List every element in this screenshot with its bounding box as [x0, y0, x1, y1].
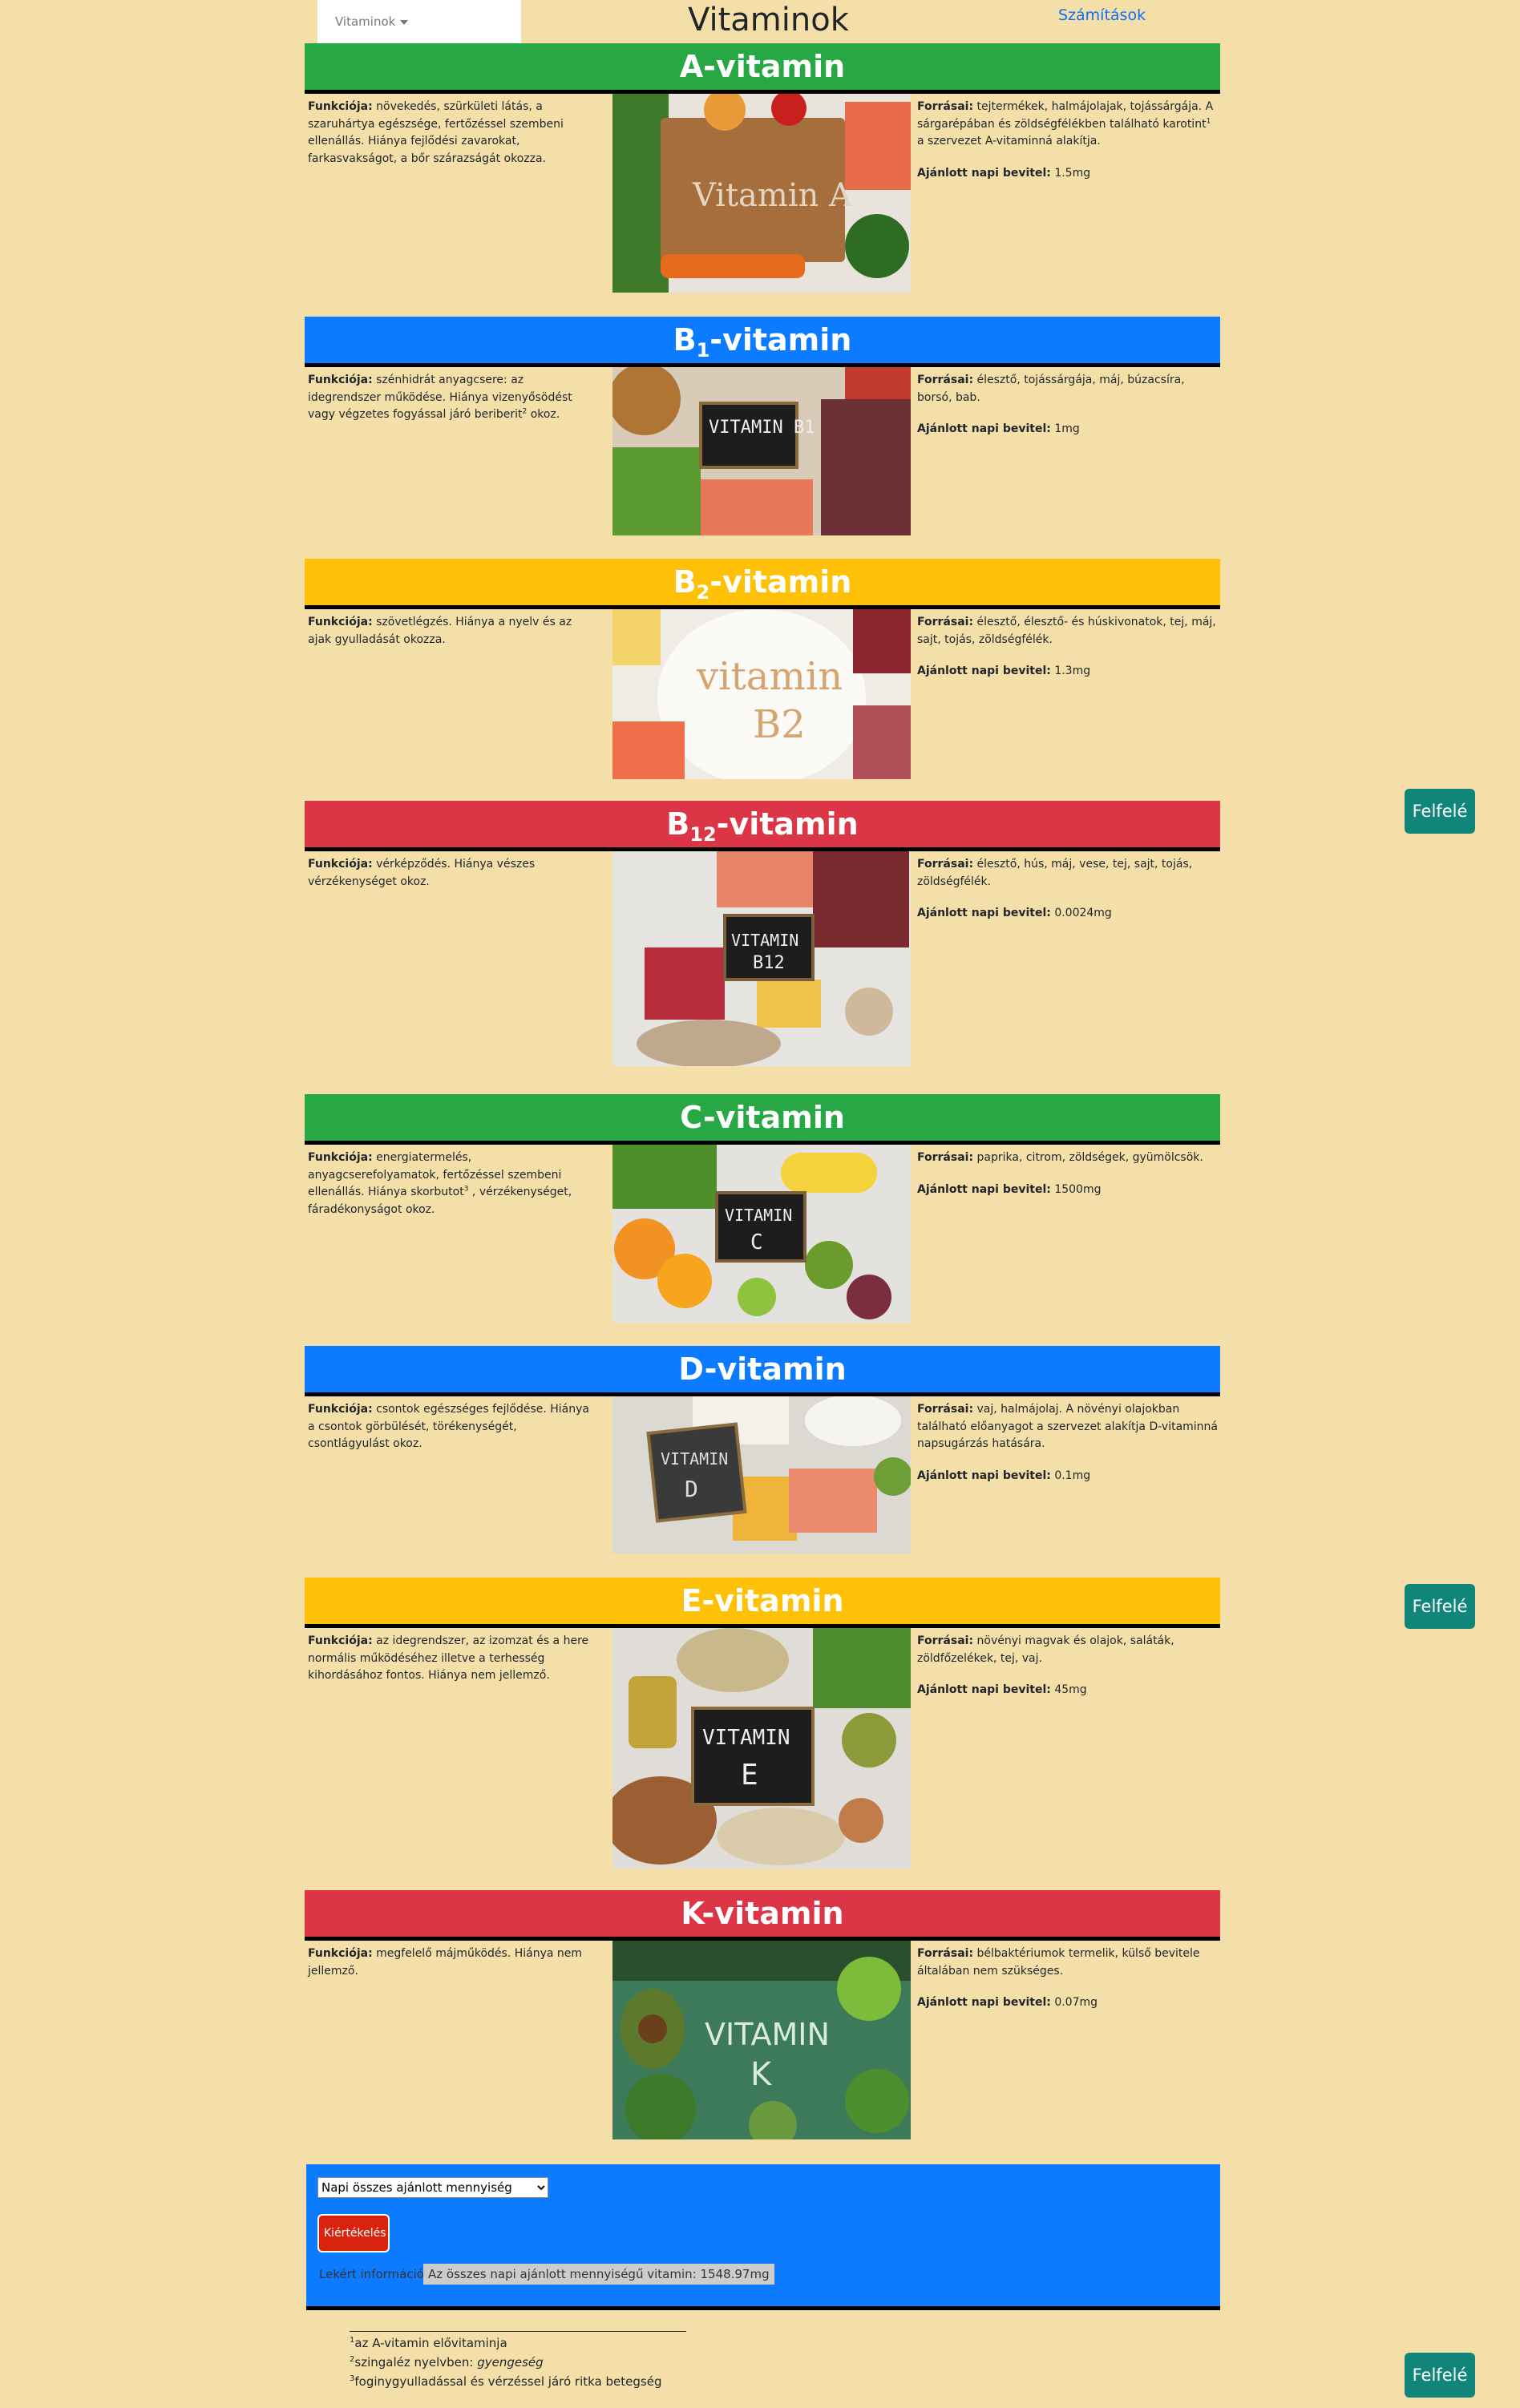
- svg-text:VITAMIN: VITAMIN: [731, 931, 798, 950]
- scroll-up-button[interactable]: Felfelé: [1405, 2353, 1475, 2398]
- scroll-up-button[interactable]: Felfelé: [1405, 789, 1475, 834]
- vitamin-a-image: Vitamin A: [612, 94, 911, 293]
- footnote: 2szingaléz nyelvben: gyengeség: [350, 2355, 544, 2370]
- vitamin-b2-info: Forrásai: élesztő, élesztő- és húskivona…: [917, 616, 1216, 678]
- vitamin-e-function: Funkciója: az idegrendszer, az izomzat é…: [308, 1634, 589, 1683]
- vitamin-e-image: VITAMIN E: [612, 1628, 911, 1869]
- vitamin-a-function: Funkciója: növekedés, szürkületi látás, …: [308, 100, 564, 166]
- vitamins-dropdown[interactable]: Vitaminok: [317, 0, 521, 43]
- vitamin-b2-image: vitamin B2: [612, 609, 911, 779]
- calculation-select[interactable]: Napi összes ajánlott mennyiség: [317, 2177, 548, 2198]
- vitamin-a-section: A-vitamin Funkciója: növekedés, szürküle…: [305, 43, 1220, 294]
- svg-text:D: D: [685, 1476, 698, 1502]
- footnotes: 1az A-vitamin elővitaminja 2szingaléz ny…: [350, 2331, 686, 2391]
- vitamin-k-section: K-vitamin Funkciója: megfelelő májműködé…: [305, 1890, 1220, 2141]
- scroll-up-button[interactable]: Felfelé: [1405, 1584, 1475, 1629]
- page-title: Vitaminok: [688, 2, 849, 38]
- vitamin-e-heading: E-vitamin: [305, 1578, 1220, 1628]
- vitamin-c-info: Forrásai: paprika, citrom, zöldségek, gy…: [917, 1151, 1203, 1196]
- vitamin-b12-info: Forrásai: élesztő, hús, máj, vese, tej, …: [917, 858, 1193, 920]
- svg-text:E: E: [741, 1759, 758, 1792]
- vitamin-d-section: D-vitamin Funkciója: csontok egészséges …: [305, 1346, 1220, 1597]
- vitamin-d-info: Forrásai: vaj, halmájolaj. A növényi ola…: [917, 1403, 1219, 1483]
- svg-text:VITAMIN: VITAMIN: [705, 2017, 830, 2052]
- svg-text:VITAMIN: VITAMIN: [661, 1449, 728, 1469]
- vitamin-k-info: Forrásai: bélbaktériumok termelik, külső…: [917, 1947, 1200, 2010]
- vitamin-k-image: VITAMIN K: [612, 1941, 911, 2139]
- footnote: 3foginygyulladással és vérzéssel járó ri…: [350, 2374, 662, 2389]
- svg-text:VITAMIN: VITAMIN: [702, 1726, 790, 1750]
- svg-text:B2: B2: [753, 702, 806, 747]
- svg-text:Vitamin A: Vitamin A: [692, 177, 853, 214]
- vitamin-c-function: Funkciója: energiatermelés, anyagcserefo…: [308, 1151, 572, 1217]
- vitamin-b12-function: Funkciója: vérképződés. Hiánya vészes vé…: [308, 858, 536, 888]
- evaluate-button[interactable]: Kiértékelés: [317, 2214, 390, 2252]
- vitamin-e-info: Forrásai: növényi magvak és olajok, salá…: [917, 1634, 1174, 1697]
- vitamin-d-image: VITAMIN D: [612, 1396, 911, 1553]
- vitamin-b1-info: Forrásai: élesztő, tojássárgája, máj, bú…: [917, 374, 1185, 436]
- calculations-link[interactable]: Számítások: [1058, 6, 1146, 24]
- result-value: Az összes napi ajánlott mennyiségű vitam…: [423, 2264, 774, 2285]
- vitamin-b2-heading: B2-vitamin: [305, 559, 1220, 609]
- vitamin-b12-image: VITAMIN B12: [612, 851, 911, 1066]
- vitamin-a-heading: A-vitamin: [305, 43, 1220, 94]
- footnote: 1az A-vitamin elővitaminja: [350, 2336, 507, 2350]
- vitamin-b1-section: B1-vitamin Funkciója: szénhidrát anyagcs…: [305, 317, 1220, 568]
- vitamins-dropdown-label: Vitaminok: [335, 14, 396, 29]
- svg-text:K: K: [750, 2056, 773, 2093]
- vitamin-b1-heading: B1-vitamin: [305, 317, 1220, 367]
- svg-text:vitamin: vitamin: [696, 654, 843, 699]
- vitamin-b12-section: B12-vitamin Funkciója: vérképződés. Hián…: [305, 801, 1220, 1066]
- svg-text:C: C: [750, 1230, 763, 1255]
- vitamin-k-heading: K-vitamin: [305, 1890, 1220, 1941]
- vitamin-k-function: Funkciója: megfelelő májműködés. Hiánya …: [308, 1947, 583, 1978]
- vitamin-c-image: VITAMIN C: [612, 1145, 911, 1323]
- navbar: Vitaminok Vitaminok Számítások: [305, 0, 1219, 43]
- vitamin-b12-heading: B12-vitamin: [305, 801, 1220, 851]
- vitamin-b2-function: Funkciója: szövetlégzés. Hiánya a nyelv …: [308, 616, 572, 646]
- vitamin-b1-image: VITAMIN B1: [612, 367, 911, 535]
- vitamin-b2-section: B2-vitamin Funkciója: szövetlégzés. Hián…: [305, 559, 1220, 810]
- vitamin-e-section: E-vitamin Funkciója: az idegrendszer, az…: [305, 1578, 1220, 1869]
- svg-text:VITAMIN B1: VITAMIN B1: [709, 418, 815, 438]
- result-label: Lekért információ:: [319, 2267, 429, 2281]
- calculation-panel: Napi összes ajánlott mennyiség Kiértékel…: [306, 2164, 1220, 2310]
- vitamin-b1-function: Funkciója: szénhidrát anyagcsere: az ide…: [308, 374, 572, 422]
- svg-text:B12: B12: [753, 953, 785, 973]
- vitamin-c-section: C-vitamin Funkciója: energiatermelés, an…: [305, 1094, 1220, 1345]
- vitamin-c-heading: C-vitamin: [305, 1094, 1220, 1145]
- caret-down-icon: [400, 19, 409, 25]
- vitamin-d-function: Funkciója: csontok egészséges fejlődése.…: [308, 1403, 590, 1451]
- vitamin-d-heading: D-vitamin: [305, 1346, 1220, 1396]
- vitamin-a-info: Forrásai: tejtermékek, halmájolajak, toj…: [917, 100, 1214, 180]
- svg-text:VITAMIN: VITAMIN: [725, 1206, 792, 1225]
